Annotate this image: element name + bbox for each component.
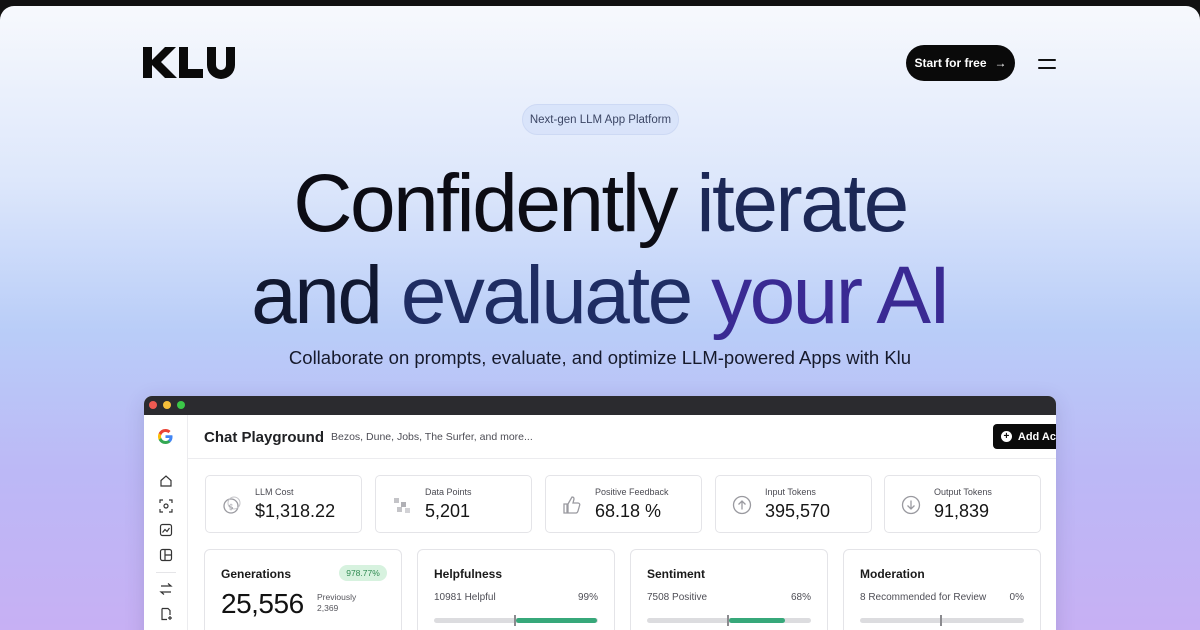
- data-points-icon: [394, 498, 410, 513]
- add-action-button[interactable]: + Add Action: [993, 424, 1056, 449]
- generations-card[interactable]: Generations 978.77% 25,556 Previously 2,…: [204, 549, 402, 630]
- window-titlebar: [144, 396, 1056, 415]
- progress-marker: [940, 615, 942, 626]
- home-icon[interactable]: [159, 474, 173, 488]
- swap-icon[interactable]: [159, 582, 173, 596]
- stat-card-llm-cost[interactable]: $ LLM Cost $1,318.22: [205, 475, 362, 533]
- layout-icon[interactable]: [159, 548, 173, 562]
- arrow-right-icon: →: [994, 56, 1007, 70]
- hero-badge: Next-gen LLM App Platform: [522, 104, 679, 135]
- google-logo-icon: [158, 429, 173, 444]
- sidebar-divider: [156, 572, 176, 573]
- app-preview-window: Chat Playground Bezos, Dune, Jobs, The S…: [144, 396, 1056, 630]
- hero-headline: Confidently iterate and evaluate your AI: [251, 158, 951, 341]
- landing-page: Start for free → Next-gen LLM App Platfo…: [0, 6, 1200, 630]
- progress-track: [860, 615, 1024, 626]
- stat-card-positive-feedback[interactable]: Positive Feedback 68.18 %: [545, 475, 702, 533]
- thumbs-up-icon: [563, 496, 581, 514]
- close-window-dot[interactable]: [149, 401, 157, 409]
- svg-text:$: $: [229, 503, 234, 512]
- scan-icon[interactable]: [159, 499, 173, 513]
- page-title: Chat Playground: [204, 429, 325, 446]
- progress-marker: [514, 615, 516, 626]
- helpfulness-card[interactable]: Helpfulness 10981 Helpful 99%: [417, 549, 615, 630]
- arrow-up-circle-icon: [732, 495, 752, 515]
- chart-icon[interactable]: [159, 523, 173, 537]
- add-action-label: Add Action: [1017, 430, 1056, 443]
- klu-logo[interactable]: [143, 44, 247, 82]
- page-subtitle: Bezos, Dune, Jobs, The Surfer, and more.…: [331, 431, 533, 443]
- progress-fill: [516, 618, 598, 623]
- hero-subtitle: Collaborate on prompts, evaluate, and op…: [288, 347, 912, 368]
- minimize-window-dot[interactable]: [163, 401, 171, 409]
- document-plus-icon[interactable]: [159, 607, 173, 621]
- app-topbar: Chat Playground Bezos, Dune, Jobs, The S…: [188, 415, 1056, 459]
- sentiment-card[interactable]: Sentiment 7508 Positive 68%: [630, 549, 828, 630]
- arrow-down-circle-icon: [901, 495, 921, 515]
- progress-marker: [727, 615, 729, 626]
- coin-icon: $: [223, 496, 241, 514]
- stat-card-input-tokens[interactable]: Input Tokens 395,570: [715, 475, 872, 533]
- stat-card-data-points[interactable]: Data Points 5,201: [375, 475, 532, 533]
- cta-label: Start for free: [914, 56, 987, 70]
- progress-fill: [729, 618, 785, 623]
- growth-badge: 978.77%: [339, 565, 387, 581]
- generations-value: 25,556: [221, 588, 304, 619]
- previous-value: Previously 2,369: [317, 592, 357, 613]
- plus-circle-icon: +: [1000, 431, 1012, 442]
- progress-track: [647, 615, 811, 626]
- progress-track: [434, 615, 598, 626]
- hamburger-menu-icon[interactable]: [1038, 58, 1056, 70]
- moderation-card[interactable]: Moderation 8 Recommended for Review 0%: [843, 549, 1041, 630]
- maximize-window-dot[interactable]: [177, 401, 185, 409]
- stat-card-output-tokens[interactable]: Output Tokens 91,839: [884, 475, 1041, 533]
- start-for-free-button[interactable]: Start for free →: [906, 45, 1015, 81]
- app-sidebar: [144, 415, 188, 630]
